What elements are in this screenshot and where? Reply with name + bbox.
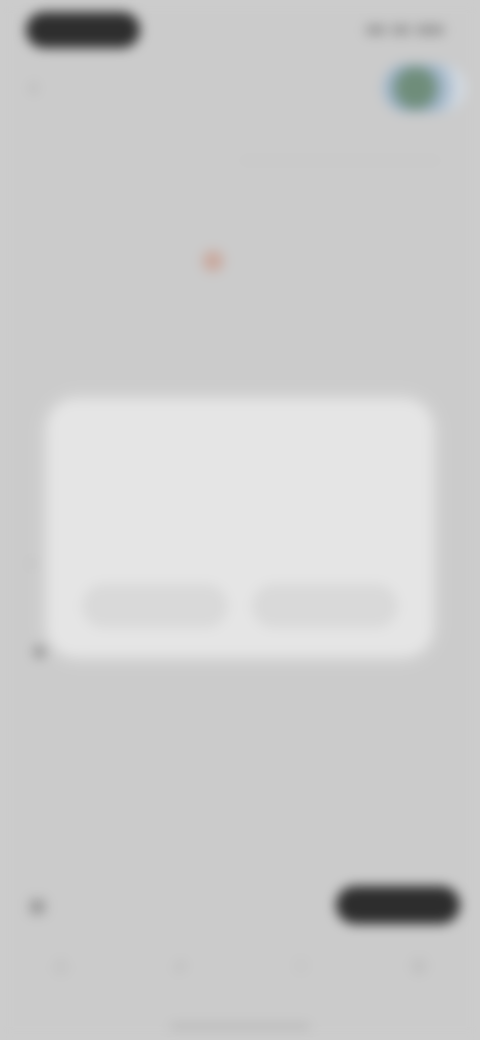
info-value-3	[264, 722, 324, 740]
blurred-app-screen: ‹ • ◆ ▣ ⌂ ⌕ ◌ ☺	[0, 0, 480, 1040]
status-icons	[348, 22, 444, 38]
dialog-body	[88, 486, 392, 556]
bottom-navigation: ⌂ ⌕ ◌ ☺	[0, 940, 480, 1010]
home-icon[interactable]: ⌂	[48, 952, 74, 978]
avatar[interactable]	[382, 64, 466, 112]
bottom-row-text	[82, 888, 172, 924]
item-icon: ▣	[28, 895, 47, 917]
dialog-primary-button[interactable]	[252, 584, 398, 628]
search-icon[interactable]: ⌕	[168, 952, 194, 978]
profile-icon[interactable]: ☺	[406, 952, 432, 978]
alert-dialog	[48, 400, 432, 656]
info-label-4	[32, 802, 142, 820]
list-marker-icon: •	[30, 555, 35, 571]
dialog-title	[88, 428, 392, 476]
signal-icon	[366, 25, 386, 35]
info-value-4	[264, 802, 374, 820]
battery-icon	[416, 25, 444, 35]
chevron-left-icon[interactable]: ‹	[30, 76, 52, 98]
tab-bar	[60, 140, 460, 180]
dialog-secondary-button[interactable]	[82, 584, 228, 628]
tab-second[interactable]	[300, 148, 410, 168]
status-bar	[0, 0, 480, 60]
bell-icon[interactable]: ◌	[288, 952, 314, 978]
info-value-2	[268, 314, 408, 332]
status-dot-icon	[200, 248, 226, 274]
page-title	[205, 78, 275, 96]
info-label-1	[32, 232, 142, 250]
primary-action-button[interactable]	[336, 886, 460, 924]
wifi-icon	[392, 25, 410, 35]
top-navigation: ‹	[0, 62, 480, 114]
info-label-2	[32, 314, 122, 332]
tab-first[interactable]	[100, 148, 190, 168]
status-time-pill	[26, 12, 140, 48]
home-indicator	[170, 1024, 310, 1029]
section-icon: ◆	[32, 640, 48, 662]
info-value-1	[264, 232, 354, 250]
info-label-3	[32, 722, 112, 740]
bottom-action-row: ▣	[0, 880, 480, 932]
